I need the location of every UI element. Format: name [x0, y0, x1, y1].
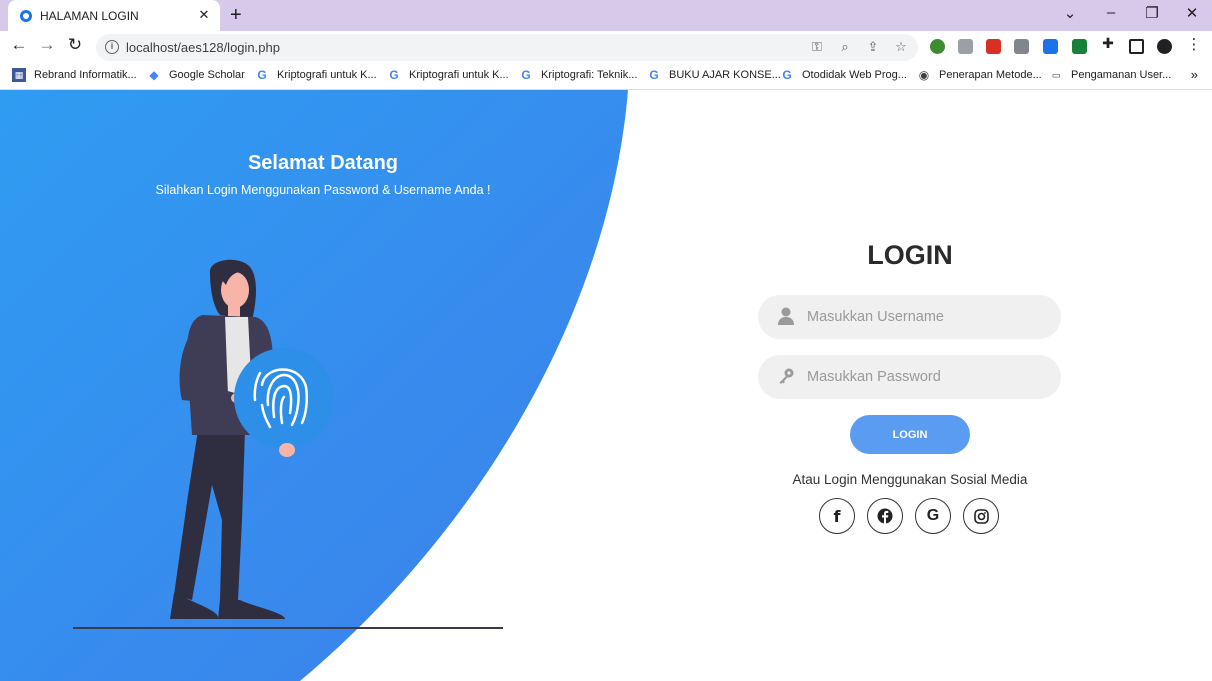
bookmark-label: Otodidak Web Prog... — [802, 69, 907, 81]
extension-6-icon[interactable] — [1072, 39, 1087, 54]
extension-1-icon[interactable] — [930, 39, 945, 54]
tab-favicon-icon — [20, 9, 32, 22]
calendar-icon: ▦ — [12, 68, 26, 82]
address-url: localhost/aes128/login.php — [126, 40, 280, 55]
bookmark-item[interactable]: G Kriptografi: Teknik... — [519, 68, 637, 82]
minimize-icon[interactable]: – — [1096, 4, 1126, 21]
login-title: LOGIN — [867, 240, 953, 270]
side-panel-icon[interactable] — [1129, 39, 1144, 54]
reload-icon[interactable]: ↻ — [64, 35, 86, 55]
bookmark-star-icon[interactable]: ☆ — [892, 39, 910, 55]
bookmark-item[interactable]: ◆ Google Scholar — [147, 68, 245, 82]
bookmark-label: Rebrand Informatik... — [34, 69, 137, 81]
forward-icon[interactable]: → — [36, 35, 58, 55]
extension-5-icon[interactable] — [1043, 39, 1058, 54]
login-page: Selamat Datang Silahkan Login Menggunaka… — [0, 90, 1212, 681]
browser-title-bar: HALAMAN LOGIN ✕ + ⌄ – ❐ ✕ — [0, 0, 1212, 31]
extension-4-icon[interactable] — [1014, 39, 1029, 54]
globe-icon: ◉ — [918, 68, 930, 82]
scholar-icon: ◆ — [149, 68, 159, 82]
google-icon: G — [521, 68, 531, 82]
bookmark-item[interactable]: ▦ Rebrand Informatik... — [12, 68, 137, 82]
bookmark-label: Google Scholar — [169, 69, 245, 81]
bookmark-label: BUKU AJAR KONSE... — [669, 69, 781, 81]
menu-kebab-icon[interactable]: ⋮ — [1183, 35, 1205, 53]
welcome-title: Selamat Datang — [247, 152, 399, 174]
google-icon: G — [926, 507, 940, 524]
bookmark-item[interactable]: G BUKU AJAR KONSE... — [647, 68, 781, 82]
google-icon: G — [257, 68, 267, 82]
site-icon: ▭ — [1051, 69, 1061, 80]
bookmark-label: Kriptografi untuk K... — [409, 69, 509, 81]
username-input[interactable] — [807, 295, 1047, 339]
browser-tab[interactable]: HALAMAN LOGIN ✕ — [8, 0, 220, 31]
bookmark-label: Pengamanan User... — [1071, 69, 1172, 81]
bookmark-item[interactable]: G Kriptografi untuk K... — [255, 68, 377, 82]
login-button[interactable]: LOGIN — [850, 415, 970, 454]
bookmarks-overflow-icon[interactable]: » — [1191, 67, 1198, 82]
fingerprint-illustration — [73, 259, 503, 629]
bookmark-item[interactable]: G Otodidak Web Prog... — [780, 68, 907, 82]
extension-2-icon[interactable] — [958, 39, 973, 54]
user-icon — [778, 307, 794, 325]
zoom-icon[interactable]: ⌕ — [836, 39, 854, 55]
facebook-circle-button[interactable] — [867, 498, 903, 534]
bookmark-item[interactable]: G Kriptografi untuk K... — [387, 68, 509, 82]
site-info-icon[interactable]: i — [105, 40, 119, 54]
facebook-circle-icon — [877, 508, 893, 524]
bookmarks-bar: ▦ Rebrand Informatik... ◆ Google Scholar… — [0, 62, 1212, 90]
google-icon: G — [389, 68, 399, 82]
social-login-text: Atau Login Menggunakan Sosial Media — [792, 472, 1028, 487]
password-field[interactable] — [758, 355, 1061, 399]
welcome-subtitle: Silahkan Login Menggunakan Password & Us… — [155, 183, 491, 197]
address-bar[interactable]: i localhost/aes128/login.php ⚿ ⌕ ⇪ ☆ — [96, 34, 918, 61]
tab-search-icon[interactable]: ⌄ — [1055, 4, 1085, 22]
google-icon: G — [782, 68, 792, 82]
browser-toolbar: ← → ↻ i localhost/aes128/login.php ⚿ ⌕ ⇪… — [0, 31, 1212, 62]
bookmark-label: Penerapan Metode... — [939, 69, 1042, 81]
bookmark-item[interactable]: ▭ Pengamanan User... — [1049, 68, 1172, 82]
bookmark-label: Kriptografi untuk K... — [277, 69, 377, 81]
facebook-icon: f — [833, 506, 841, 526]
google-icon: G — [649, 68, 659, 82]
extensions-puzzle-icon[interactable]: ✚ — [1097, 35, 1119, 52]
close-window-icon[interactable]: ✕ — [1177, 4, 1207, 22]
google-button[interactable]: G — [915, 498, 951, 534]
key-icon — [779, 368, 794, 384]
facebook-button[interactable]: f — [819, 498, 855, 534]
restore-icon[interactable]: ❐ — [1137, 4, 1167, 22]
password-key-icon[interactable]: ⚿ — [808, 39, 826, 55]
username-field[interactable] — [758, 295, 1061, 339]
share-icon[interactable]: ⇪ — [864, 39, 882, 55]
bookmark-label: Kriptografi: Teknik... — [541, 69, 638, 81]
extension-3-icon[interactable] — [986, 39, 1001, 54]
password-input[interactable] — [807, 355, 1047, 399]
new-tab-icon[interactable]: + — [230, 4, 242, 27]
tab-close-icon[interactable]: ✕ — [196, 7, 212, 23]
tab-title: HALAMAN LOGIN — [40, 8, 139, 23]
bookmark-item[interactable]: ◉ Penerapan Metode... — [917, 68, 1042, 82]
instagram-button[interactable] — [963, 498, 999, 534]
profile-avatar-icon[interactable] — [1157, 39, 1172, 54]
back-icon[interactable]: ← — [8, 35, 30, 55]
instagram-icon — [973, 508, 989, 524]
